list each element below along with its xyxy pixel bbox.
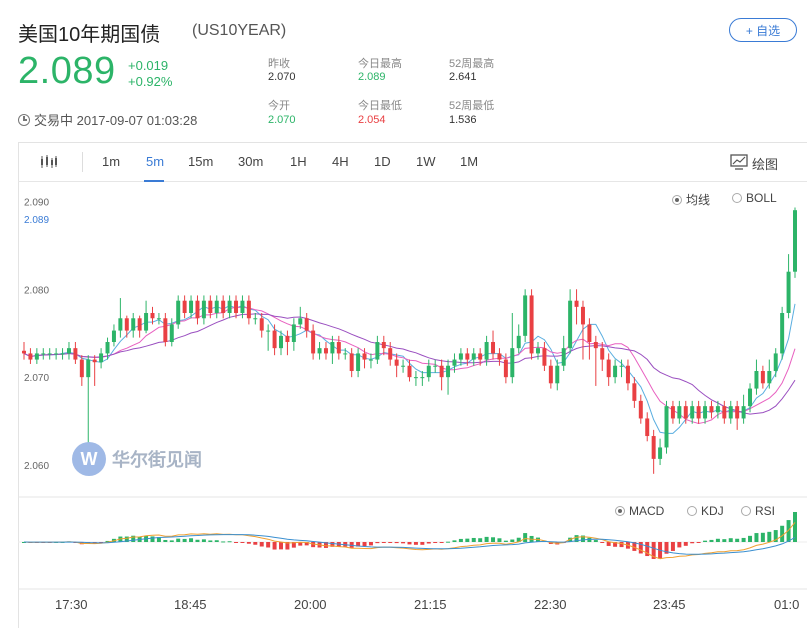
trading-status-text: 交易中 2017-09-07 01:03:28 [34,113,198,128]
x-tick-label: 23:45 [653,597,686,612]
instrument-ticker: (US10YEAR) [192,22,287,39]
open-label: 今开 [268,100,290,112]
indicator-option-label: KDJ [701,504,724,518]
indicator-option-label: RSI [755,504,776,518]
wk52-high-value: 2.641 [449,71,477,83]
radio-icon[interactable] [615,506,625,516]
chart-container [18,142,807,628]
open-value: 2.070 [268,114,296,126]
watermark-logo-icon: W [72,442,106,476]
interval-tab-15m[interactable]: 15m [188,154,213,169]
chart-toolbar: 1m 5m 15m 30m 1H 4H 1D 1W 1M 绘图 [18,142,807,182]
trading-status: 交易中 2017-09-07 01:03:28 [18,110,197,129]
interval-tab-1m[interactable]: 1m [102,154,120,169]
draw-tool-icon[interactable] [730,154,748,170]
price-change-percent: +0.92% [128,74,173,89]
indicator-option-macd[interactable]: MACD [615,504,664,518]
interval-tab-4h[interactable]: 4H [332,154,349,169]
wk52-low-value: 1.536 [449,114,477,126]
x-tick-label: 18:45 [174,597,207,612]
day-high-label: 今日最高 [358,58,402,70]
clock-icon [18,113,30,126]
radio-icon[interactable] [741,506,751,516]
x-tick-label: 01:0 [774,597,800,612]
current-price: 2.089 [18,50,116,92]
draw-tool-label[interactable]: 绘图 [752,154,778,173]
watermark: W 华尔街见闻 [72,442,202,476]
radio-icon[interactable] [687,506,697,516]
indicator-option-rsi[interactable]: RSI [741,504,775,518]
overlay-option-label: 均线 [686,193,711,207]
day-high-value: 2.089 [358,71,386,83]
overlay-option-boll[interactable]: BOLL [732,191,777,205]
active-interval-indicator [144,180,164,182]
overlay-option-均线[interactable]: 均线 [672,191,710,208]
wk52-low-label: 52周最低 [449,100,495,112]
watermark-text: 华尔街见闻 [112,450,202,471]
overlay-option-label: BOLL [746,191,777,205]
indicator-option-kdj[interactable]: KDJ [687,504,724,518]
prev-close-label: 昨收 [268,58,290,70]
interval-tab-1m[interactable]: 1M [460,154,478,169]
radio-icon[interactable] [672,194,682,205]
x-tick-label: 20:00 [294,597,327,612]
interval-tab-5m[interactable]: 5m [146,154,164,169]
wk52-high-label: 52周最高 [449,58,495,70]
instrument-title: 美国10年期国债 [18,24,161,46]
indicator-option-label: MACD [629,504,665,518]
radio-icon[interactable] [732,193,742,203]
x-tick-label: 22:30 [534,597,567,612]
x-tick-label: 17:30 [55,597,88,612]
interval-tab-1h[interactable]: 1H [290,154,307,169]
day-low-label: 今日最低 [358,100,402,112]
price-change: +0.019 +0.92% [128,58,172,90]
interval-tab-30m[interactable]: 30m [238,154,263,169]
prev-close-value: 2.070 [268,71,296,83]
price-change-value: +0.019 [128,58,169,73]
add-to-watchlist-button[interactable]: + 自选 [729,18,797,42]
x-tick-label: 21:15 [414,597,447,612]
toolbar-divider [82,152,83,172]
day-low-value: 2.054 [358,114,386,126]
candlestick-type-icon[interactable] [40,155,58,169]
interval-tab-1d[interactable]: 1D [374,154,391,169]
interval-tab-1w[interactable]: 1W [416,154,436,169]
